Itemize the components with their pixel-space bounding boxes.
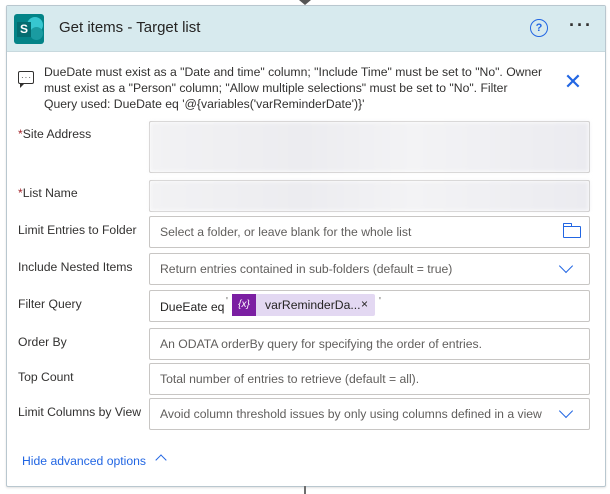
redacted-value xyxy=(150,181,589,211)
nested-items-label: Include Nested Items xyxy=(18,260,133,274)
top-count-field[interactable]: Total number of entries to retrieve (def… xyxy=(149,363,590,395)
action-card: S Get items - Target list ? ··· ··· DueD… xyxy=(6,5,606,487)
site-address-label-text: Site Address xyxy=(22,127,92,141)
order-by-label: Order By xyxy=(18,335,67,349)
close-icon[interactable]: ✕ xyxy=(563,71,583,93)
variable-token[interactable]: {x} varReminderDa... × xyxy=(232,294,375,316)
quote-open: ' xyxy=(226,296,228,307)
list-name-label: *List Name xyxy=(18,186,78,200)
card-header[interactable]: S Get items - Target list ? ··· xyxy=(7,6,605,52)
comment-icon: ··· xyxy=(18,71,34,88)
limit-folder-placeholder: Select a folder, or leave blank for the … xyxy=(160,225,412,239)
nested-items-dropdown[interactable]: Return entries contained in sub-folders … xyxy=(149,253,590,285)
filter-query-field[interactable]: DueEate eq ' {x} varReminderDa... × ' xyxy=(149,290,590,322)
top-count-label: Top Count xyxy=(18,370,74,384)
limit-folder-field[interactable]: Select a folder, or leave blank for the … xyxy=(149,216,590,248)
list-name-label-text: List Name xyxy=(22,186,78,200)
logo-letter: S xyxy=(17,22,31,37)
limit-columns-label: Limit Columns by View xyxy=(18,405,142,419)
action-note: DueDate must exist as a "Date and time" … xyxy=(44,65,543,111)
top-count-placeholder: Total number of entries to retrieve (def… xyxy=(160,372,420,386)
variable-token-label: varReminderDa... xyxy=(265,298,361,312)
chevron-down-icon[interactable] xyxy=(558,403,574,419)
site-address-field[interactable] xyxy=(149,121,590,173)
redacted-value xyxy=(150,122,589,172)
limit-columns-dropdown[interactable]: Avoid column threshold issues by only us… xyxy=(149,398,590,430)
filter-query-text: DueEate eq xyxy=(160,300,225,314)
sharepoint-logo-icon: S xyxy=(14,14,44,44)
remove-token-icon[interactable]: × xyxy=(361,297,368,311)
quote-close: ' xyxy=(379,296,381,307)
limit-columns-value: Avoid column threshold issues by only us… xyxy=(160,407,542,421)
order-by-placeholder: An ODATA orderBy query for specifying th… xyxy=(160,337,482,351)
help-icon[interactable]: ? xyxy=(530,19,548,37)
card-title[interactable]: Get items - Target list xyxy=(59,19,200,36)
variable-icon: {x} xyxy=(232,294,256,316)
hide-advanced-options-link[interactable]: Hide advanced options xyxy=(22,454,146,468)
nested-items-value: Return entries contained in sub-folders … xyxy=(160,262,453,276)
flow-connector-bottom xyxy=(304,486,306,494)
folder-icon[interactable] xyxy=(563,223,581,238)
site-address-label: *Site Address xyxy=(18,127,91,141)
chevron-up-icon[interactable] xyxy=(155,454,167,466)
order-by-field[interactable]: An ODATA orderBy query for specifying th… xyxy=(149,328,590,360)
filter-query-label: Filter Query xyxy=(18,297,82,311)
more-options-icon[interactable]: ··· xyxy=(569,15,593,35)
chevron-down-icon[interactable] xyxy=(558,258,574,274)
list-name-field[interactable] xyxy=(149,180,590,212)
limit-folder-label: Limit Entries to Folder xyxy=(18,223,137,237)
